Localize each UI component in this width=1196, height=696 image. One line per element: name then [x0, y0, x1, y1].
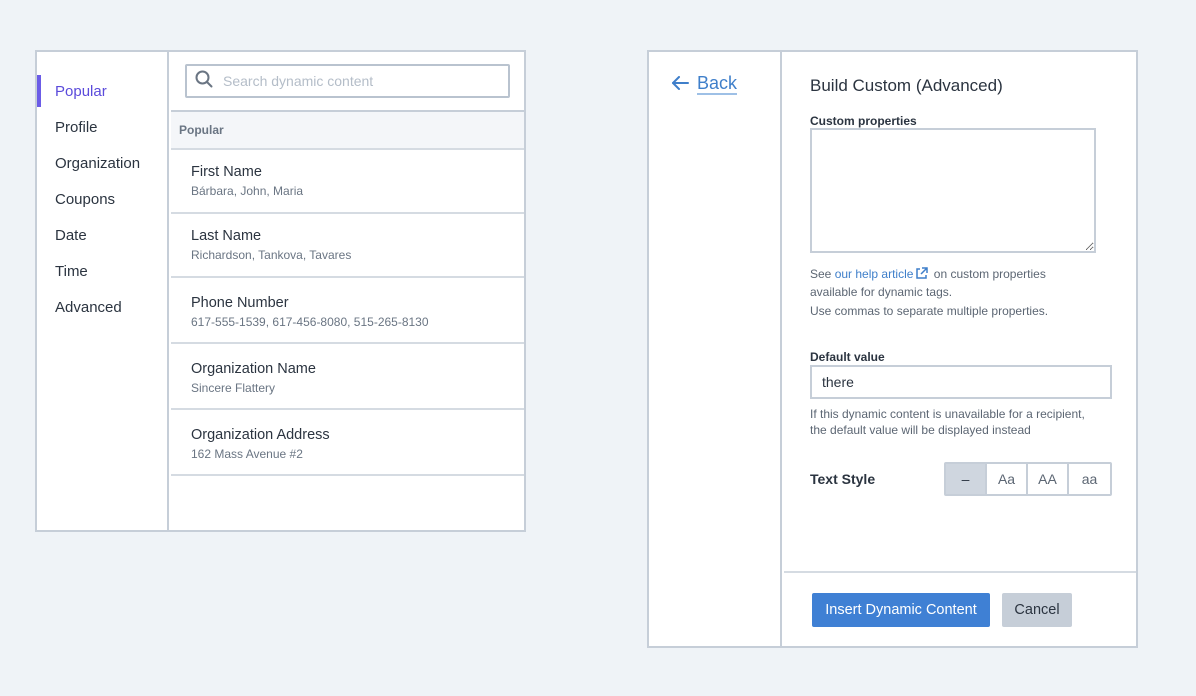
item-name: Organization Name: [191, 361, 316, 377]
item-name: Organization Address: [191, 427, 330, 443]
insert-dynamic-content-button[interactable]: Insert Dynamic Content: [812, 593, 990, 627]
category-nav: Popular Profile Organization Coupons Dat…: [37, 52, 169, 530]
category-item-time[interactable]: Time: [37, 253, 167, 289]
section-header-popular: Popular: [171, 112, 524, 150]
text-style-capitalize[interactable]: Aa: [987, 464, 1028, 494]
search-box[interactable]: [185, 64, 510, 98]
item-examples: 162 Mass Avenue #2: [191, 447, 303, 461]
help-line-2: available for dynamic tags.: [810, 285, 953, 299]
content-column: Popular First Name Bárbara, John, Maria …: [171, 52, 524, 530]
help-article-link[interactable]: our help article: [835, 267, 914, 281]
item-examples: 617-555-1539, 617-456-8080, 515-265-8130: [191, 315, 429, 329]
category-item-date[interactable]: Date: [37, 217, 167, 253]
category-item-profile[interactable]: Profile: [37, 109, 167, 145]
item-examples: Bárbara, John, Maria: [191, 184, 304, 198]
arrow-left-icon: [671, 74, 689, 95]
item-name: First Name: [191, 164, 262, 180]
text-style-label: Text Style: [810, 471, 876, 487]
text-style-uppercase[interactable]: AA: [1028, 464, 1069, 494]
back-label: Back: [697, 73, 738, 95]
back-column: Back: [649, 52, 782, 646]
search-icon: [195, 70, 213, 93]
list-item-first-name[interactable]: First Name Bárbara, John, Maria: [171, 150, 524, 214]
custom-properties-textarea[interactable]: [810, 128, 1096, 253]
item-examples: Sincere Flattery: [191, 381, 276, 395]
category-item-coupons[interactable]: Coupons: [37, 181, 167, 217]
back-link[interactable]: Back: [671, 73, 738, 95]
form-title: Build Custom (Advanced): [810, 76, 1003, 95]
item-examples: Richardson, Tankova, Tavares: [191, 248, 352, 262]
text-style-none[interactable]: –: [946, 464, 987, 494]
default-value-label: Default value: [810, 350, 885, 364]
help-suffix: on custom properties: [933, 267, 1046, 281]
list-item-organization-name[interactable]: Organization Name Sincere Flattery: [171, 344, 524, 410]
default-help-line-2: the default value will be displayed inst…: [810, 423, 1031, 437]
help-prefix: See: [810, 267, 832, 281]
text-style-lowercase[interactable]: aa: [1069, 464, 1110, 494]
list-item-last-name[interactable]: Last Name Richardson, Tankova, Tavares: [171, 214, 524, 278]
default-value-input[interactable]: [810, 365, 1112, 399]
external-link-icon[interactable]: [915, 267, 929, 284]
default-help-text: If this dynamic content is unavailable f…: [810, 406, 1085, 438]
search-bar: [171, 52, 524, 112]
help-text: See our help article on custom propertie…: [810, 266, 1046, 300]
list-item-phone-number[interactable]: Phone Number 617-555-1539, 617-456-8080,…: [171, 278, 524, 344]
search-input[interactable]: [223, 73, 508, 89]
form-footer: Insert Dynamic Content Cancel: [784, 571, 1136, 646]
text-style-selector: – Aa AA aa: [944, 462, 1112, 496]
list-item-organization-address[interactable]: Organization Address 162 Mass Avenue #2: [171, 410, 524, 476]
custom-properties-label: Custom properties: [810, 114, 917, 128]
category-item-advanced[interactable]: Advanced: [37, 289, 167, 325]
default-help-line-1: If this dynamic content is unavailable f…: [810, 407, 1085, 421]
item-name: Phone Number: [191, 295, 289, 311]
item-name: Last Name: [191, 228, 262, 244]
custom-form: Build Custom (Advanced) Custom propertie…: [784, 52, 1136, 646]
cancel-button[interactable]: Cancel: [1002, 593, 1072, 627]
category-item-popular[interactable]: Popular: [37, 73, 167, 109]
help-note: Use commas to separate multiple properti…: [810, 304, 1049, 318]
build-custom-panel: Back Build Custom (Advanced) Custom prop…: [647, 50, 1138, 648]
dynamic-content-picker: Popular Profile Organization Coupons Dat…: [35, 50, 526, 532]
category-item-organization[interactable]: Organization: [37, 145, 167, 181]
